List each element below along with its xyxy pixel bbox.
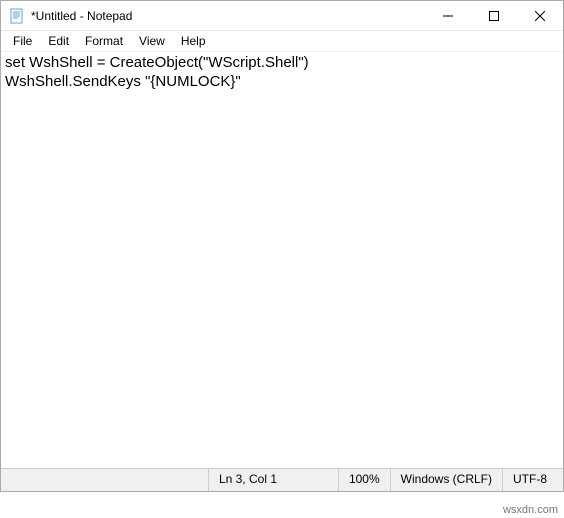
notepad-icon	[9, 8, 25, 24]
status-spacer	[1, 469, 209, 491]
menu-file[interactable]: File	[5, 32, 40, 50]
status-position: Ln 3, Col 1	[209, 469, 339, 491]
editor-area	[1, 51, 563, 468]
watermark: wsxdn.com	[503, 504, 558, 516]
menubar: File Edit Format View Help	[1, 31, 563, 51]
menu-edit[interactable]: Edit	[40, 32, 77, 50]
status-encoding: UTF-8	[503, 469, 563, 491]
close-button[interactable]	[517, 1, 563, 30]
window-title: *Untitled - Notepad	[31, 9, 425, 23]
text-editor[interactable]	[1, 52, 563, 468]
status-line-ending: Windows (CRLF)	[391, 469, 503, 491]
status-zoom: 100%	[339, 469, 391, 491]
maximize-button[interactable]	[471, 1, 517, 30]
statusbar: Ln 3, Col 1 100% Windows (CRLF) UTF-8	[1, 468, 563, 491]
menu-format[interactable]: Format	[77, 32, 131, 50]
menu-view[interactable]: View	[131, 32, 173, 50]
notepad-window: *Untitled - Notepad File Edit Format Vie…	[0, 0, 564, 492]
window-controls	[425, 1, 563, 30]
titlebar[interactable]: *Untitled - Notepad	[1, 1, 563, 31]
minimize-button[interactable]	[425, 1, 471, 30]
menu-help[interactable]: Help	[173, 32, 214, 50]
